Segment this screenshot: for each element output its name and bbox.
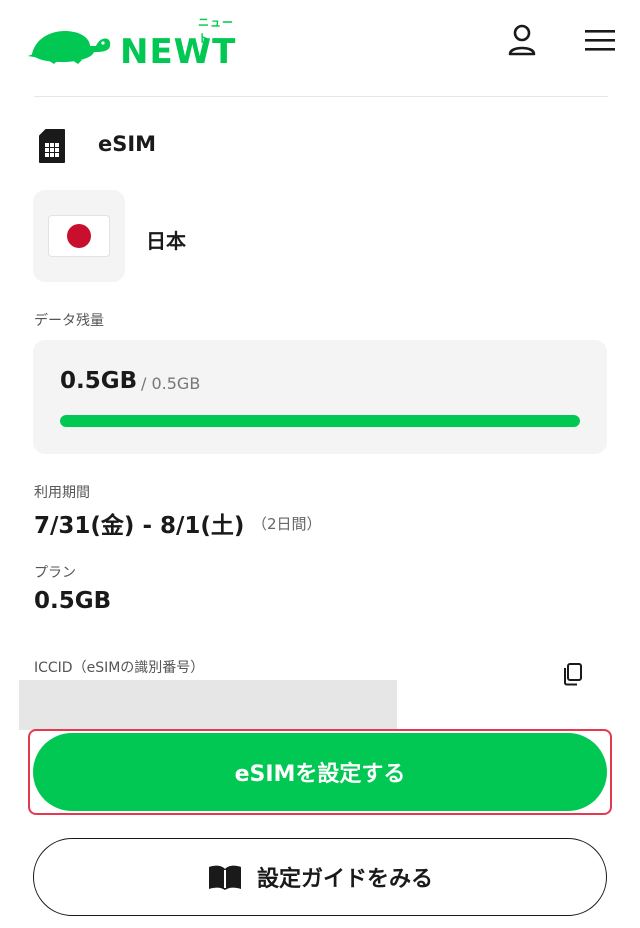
setup-esim-label: eSIMを設定する [234,762,406,787]
user-icon [508,24,536,56]
hamburger-menu-icon [585,30,615,51]
sim-card-icon [39,129,65,163]
esim-label: eSIM [98,132,157,156]
usage-period-value: 7/31(金) - 8/1(土) [34,513,245,539]
data-balance-label: データ残量 [34,313,104,329]
usage-period-label: 利用期間 [34,485,90,501]
plan-label: プラン [34,565,76,581]
esim-type-row [38,126,66,166]
copy-icon [564,663,582,686]
turtle-logo-icon [28,30,111,64]
country-name: 日本 [146,229,186,253]
flag-sun [67,224,91,248]
logo-text: NEWT [120,32,237,72]
data-balance-card: 0.5GB / 0.5GB [33,340,607,454]
data-progress-bar [60,415,580,427]
data-total-value: / 0.5GB [141,374,201,393]
data-progress-fill [60,415,580,427]
menu-button[interactable] [580,20,620,60]
iccid-label: ICCID（eSIMの識別番号） [34,660,205,676]
japan-flag-icon [49,216,109,256]
flag-card [33,190,125,282]
setup-guide-label: 設定ガイドをみる [256,867,433,892]
data-used-value: 0.5GB [60,368,138,394]
usage-period-days: （2日間） [252,515,322,533]
newt-logo[interactable]: ニュート NEWT [26,14,242,72]
iccid-value-masked [19,680,397,730]
setup-esim-button[interactable]: eSIMを設定する [33,733,607,811]
plan-value: 0.5GB [34,588,112,614]
setup-guide-button[interactable]: 設定ガイドをみる [33,838,607,916]
header-divider [34,96,608,97]
copy-iccid-button[interactable] [562,662,586,686]
account-button[interactable] [502,20,542,60]
open-book-icon [208,865,241,890]
header: ニュート NEWT [0,0,640,96]
